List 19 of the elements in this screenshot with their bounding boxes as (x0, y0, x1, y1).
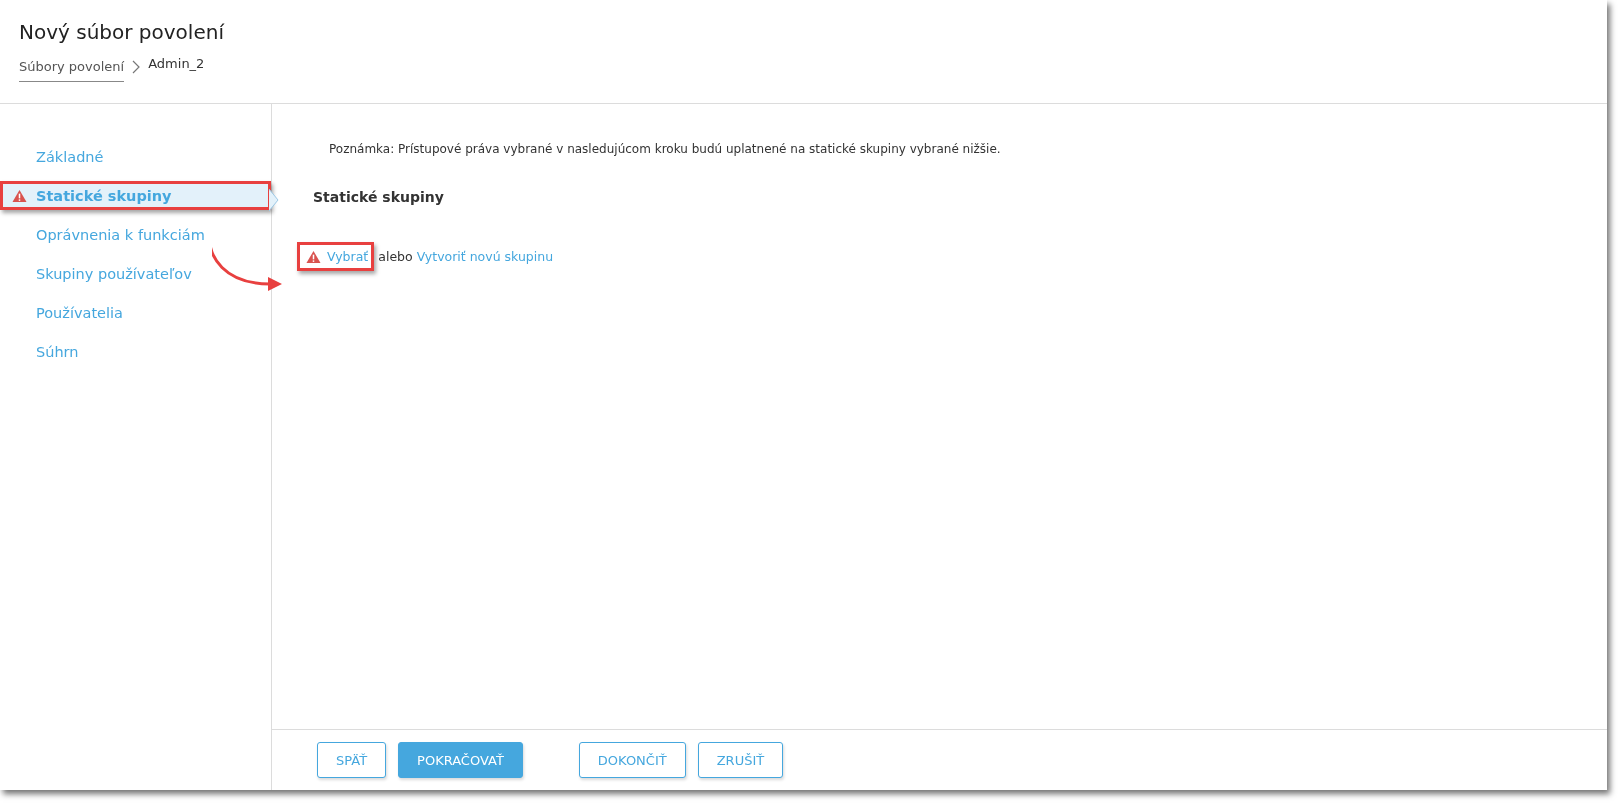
select-link[interactable]: Vybrať (327, 249, 369, 264)
note-text: Poznámka: Prístupové práva vybrané v nasledujúcom kroku budú uplatnené na statické skupiny vybrané nižšie. (329, 142, 1002, 156)
breadcrumb-text: Admin_2 (148, 56, 205, 73)
conjunction-text: alebo (378, 249, 413, 264)
footer-button[interactable]: SPÄŤ (317, 742, 387, 778)
sidebar-item[interactable]: Súhrn (0, 337, 271, 366)
breadcrumb-link[interactable]: Súbory povolení (19, 59, 125, 82)
create-group-link[interactable]: Vytvoriť novú skupinu (416, 249, 554, 264)
chevron-icon (132, 60, 141, 74)
page-title: Nový súbor povolení (19, 20, 226, 44)
footer-button[interactable]: ZRUŠIŤ (697, 742, 784, 778)
sidebar-item[interactable]: Základné (0, 142, 271, 171)
continue-button[interactable]: POKRAČOVAŤ (398, 742, 523, 778)
pointer-icon (269, 189, 279, 211)
section-title: Statické skupiny (313, 189, 445, 205)
sidebar-item[interactable]: Skupiny používateľov (0, 259, 271, 288)
sidebar-item[interactable]: Používatelia (0, 298, 271, 327)
sidebar-item[interactable]: Oprávnenia k funkciám (0, 220, 271, 249)
footer-button[interactable]: DOKONČIŤ (578, 742, 686, 778)
